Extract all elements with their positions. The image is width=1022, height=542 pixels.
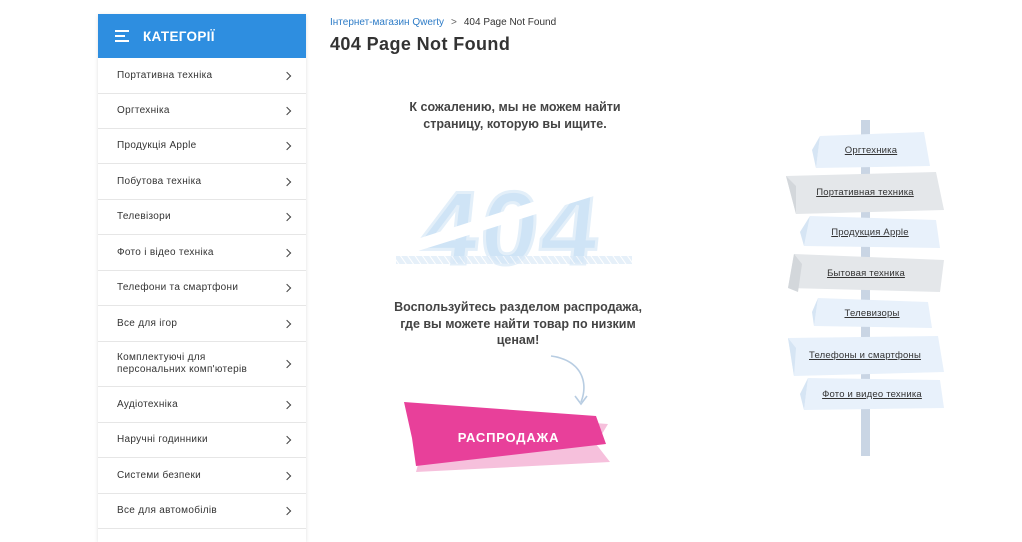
sidebar-item[interactable]: Комплектуючі для персональних комп'ютері… [98,342,306,387]
404-illustration: 404 [389,168,639,275]
sidebar-item[interactable]: Портативна техніка [98,58,306,94]
sale-button-label: РАСПРОДАЖА [457,429,560,445]
sidebar-item[interactable]: Продукція Apple [98,129,306,164]
chevron-right-icon [282,283,292,293]
chevron-right-icon [282,71,292,80]
menu-icon [115,30,129,42]
sidebar-item-label: Системи безпеки [117,469,202,481]
sidebar-item-label: Все для автомобілів [117,505,218,516]
sidebar-header[interactable]: КАТЕГОРІЇ [98,14,306,58]
signpost-link-label: Фото и видео техника [822,388,922,400]
sidebar-item-label: Продукція Apple [117,140,197,151]
not-found-message: К сожалению, мы не можем найти страницу,… [409,100,621,131]
chevron-right-icon [282,471,292,480]
signpost-link[interactable]: Портативная техника [786,170,944,214]
signpost-link-label: Оргтехника [844,144,898,156]
sidebar-item[interactable]: Побутова техніка [98,164,306,200]
signpost-link-label: Телефоны и смартфоны [809,349,921,361]
chevron-right-icon [282,506,292,516]
sidebar-item-label: Телефони та смартфони [117,282,239,293]
sidebar-item[interactable]: Фото і відео техніка [98,235,306,271]
signpost-link-label: Бытовая техника [827,267,905,279]
chevron-right-icon [282,177,292,186]
sidebar-item[interactable]: Все для ігор [98,306,306,342]
sidebar-item[interactable]: Телефони та смартфони [98,271,306,306]
category-list: Портативна техніка Оргтехніка Продукція … [98,58,306,529]
breadcrumb-current: 404 Page Not Found [463,17,557,28]
signpost-link-label: Телевизоры [844,307,900,319]
signpost-link-label: Портативная техника [816,186,914,198]
chevron-right-icon [282,106,292,116]
breadcrumb: Інтернет-магазин Qwerty > 404 Page Not F… [330,17,556,28]
signpost-link[interactable]: Продукция Apple [800,214,940,250]
sidebar-item-label: Комплектуючі для персональних комп'ютері… [117,352,248,375]
signpost-link[interactable]: Оргтехника [812,130,930,170]
signpost-link[interactable]: Телевизоры [812,296,932,330]
sidebar-title: КАТЕГОРІЇ [143,28,215,44]
signpost-link[interactable]: Телефоны и смартфоны [786,334,944,376]
sidebar-item-label: Оргтехніка [117,105,170,116]
sidebar-item[interactable]: Аудіотехніка [98,387,306,423]
sidebar-item-label: Побутова техніка [117,175,202,187]
sidebar-item[interactable]: Оргтехніка [98,94,306,129]
sidebar-item-label: Аудіотехніка [117,398,178,410]
sidebar-item-label: Фото і відео техніка [117,246,214,258]
category-sidebar: КАТЕГОРІЇ Портативна техніка Оргтехніка … [98,14,306,542]
chevron-right-icon [282,319,292,328]
sidebar-item-label: Наручні годинники [117,434,208,445]
breadcrumb-home-link[interactable]: Інтернет-магазин Qwerty [330,17,444,28]
sidebar-item[interactable]: Наручні годинники [98,423,306,458]
sidebar-item-label: Все для ігор [117,317,178,329]
chevron-right-icon [282,359,292,369]
signpost-link[interactable]: Бытовая техника [788,252,944,294]
chevron-right-icon [282,248,292,257]
page-title: 404 Page Not Found [330,34,511,54]
sidebar-item[interactable]: Все для автомобілів [98,494,306,529]
chevron-right-icon [282,435,292,445]
sidebar-item-label: Телевізори [117,211,171,222]
chevron-right-icon [282,212,292,222]
chevron-right-icon [282,141,292,151]
chevron-right-icon [282,400,292,409]
signpost-link[interactable]: Фото и видео техника [800,376,944,412]
sidebar-item[interactable]: Телевізори [98,200,306,235]
sidebar-item-label: Портативна техніка [117,69,213,81]
breadcrumb-separator: > [451,17,457,28]
sale-hint-text: Воспользуйтесь разделом распродажа, где … [394,300,642,347]
signpost-link-label: Продукция Apple [831,226,909,238]
sidebar-item[interactable]: Системи безпеки [98,458,306,494]
sale-button[interactable]: РАСПРОДАЖА [398,400,613,472]
